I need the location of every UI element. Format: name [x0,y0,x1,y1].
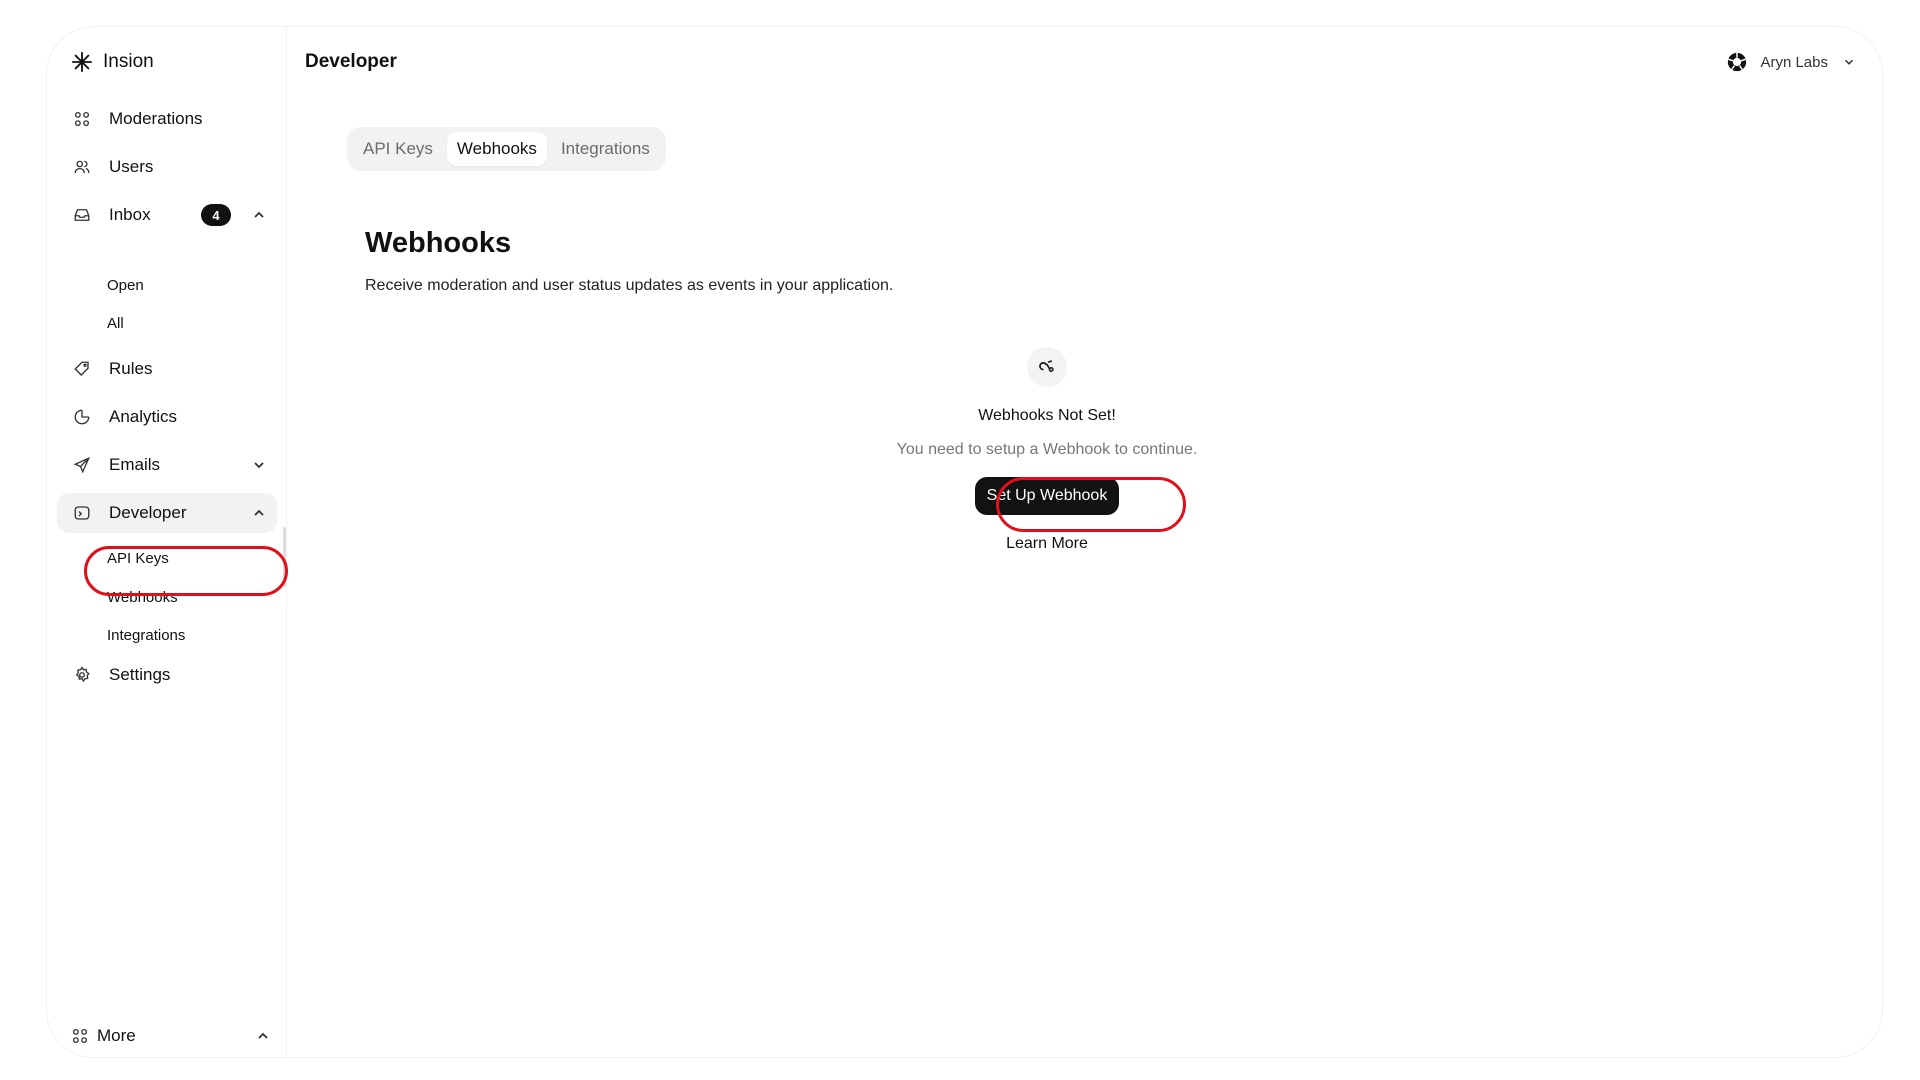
empty-state-title: Webhooks Not Set! [978,407,1116,424]
command-icon [71,108,93,130]
brand[interactable]: Insion [71,47,154,77]
send-icon [71,454,93,476]
sidebar-item-label: Users [109,157,154,176]
sidebar-subitem-all[interactable]: All [107,310,124,336]
aperture-logo-icon [1728,52,1747,72]
chevron-down-icon [1844,59,1854,65]
account-name: Aryn Labs [1760,53,1828,71]
chevron-down-icon[interactable] [251,457,267,473]
sidebar-subitem-integrations[interactable]: Integrations [107,622,185,648]
sidebar-subitem-webhooks[interactable]: Webhooks [107,584,178,610]
sidebar-subitem-open[interactable]: Open [107,272,144,298]
chevron-up-icon[interactable] [251,505,267,521]
more-label: More [97,1026,136,1045]
users-icon [71,156,93,178]
grid-icon [72,1028,88,1044]
empty-state-description: You need to setup a Webhook to continue. [896,441,1198,458]
sidebar: Insion Moderations Users Inbox 4 Open Al… [47,27,287,1057]
terminal-icon [71,502,93,524]
sidebar-subitem-api-keys[interactable]: API Keys [107,545,169,571]
sidebar-item-inbox[interactable]: Inbox 4 [57,195,277,235]
section-title: Webhooks [365,227,512,259]
page-title: Developer [305,51,397,72]
sidebar-item-developer[interactable]: Developer [57,493,277,533]
tab-integrations[interactable]: Integrations [551,132,660,166]
sidebar-item-label: Moderations [109,109,203,128]
sidebar-item-label: Settings [109,665,171,684]
webhook-icon [1027,347,1067,387]
chevron-up-icon[interactable] [255,1028,271,1044]
tab-webhooks[interactable]: Webhooks [446,132,547,166]
pie-chart-icon [71,406,93,428]
sidebar-item-label: Analytics [109,407,178,426]
sidebar-item-settings[interactable]: Settings [57,655,277,695]
tag-icon [71,358,93,380]
learn-more-link[interactable]: Learn More [1006,535,1088,553]
set-up-webhook-button[interactable]: Set Up Webhook [974,477,1120,515]
sidebar-scrollbar[interactable] [283,527,286,587]
sidebar-item-rules[interactable]: Rules [57,349,277,389]
brand-name: Insion [103,51,154,72]
empty-state: Webhooks Not Set! You need to setup a We… [847,347,1247,553]
asterisk-logo-icon [71,51,93,73]
developer-tabs: API Keys Webhooks Integrations [347,127,666,171]
inbox-icon [71,204,93,226]
tab-api-keys[interactable]: API Keys [353,132,443,166]
sidebar-item-users[interactable]: Users [57,147,277,187]
sidebar-item-analytics[interactable]: Analytics [57,397,277,437]
inbox-count-badge: 4 [201,204,231,226]
sidebar-item-label: Developer [109,503,187,522]
sidebar-item-label: Inbox [109,205,151,224]
account-switcher[interactable]: Aryn Labs [1726,47,1856,77]
section-subtitle: Receive moderation and user status updat… [365,277,894,294]
sidebar-item-label: Emails [109,455,161,474]
sidebar-item-emails[interactable]: Emails [57,445,277,485]
chevron-up-icon[interactable] [251,207,267,223]
app-window: Insion Moderations Users Inbox 4 Open Al… [46,26,1883,1058]
sidebar-more[interactable]: More [71,1021,271,1051]
sidebar-item-label: Rules [109,359,153,378]
gear-icon [71,664,93,686]
sidebar-item-moderations[interactable]: Moderations [57,99,277,139]
